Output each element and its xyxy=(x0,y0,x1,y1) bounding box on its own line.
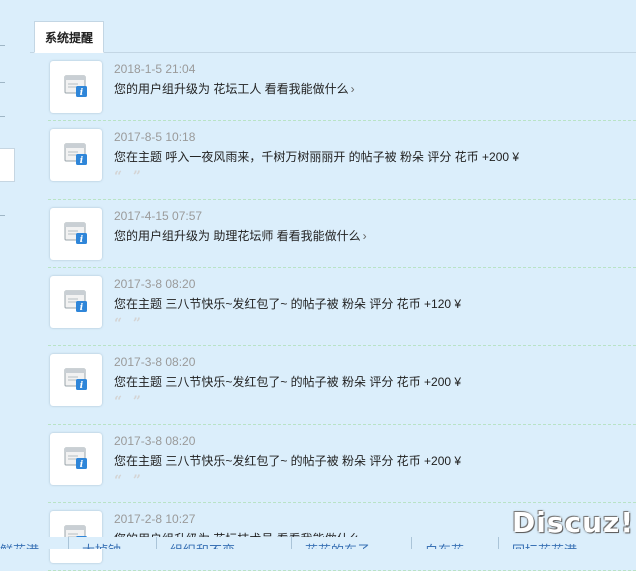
notification-text[interactable]: 您在主题 三八节快乐~发红包了~ 的帖子被 粉朵 评分 花币 +120 ¥ xyxy=(114,295,461,312)
notification-item: i 2017-3-8 08:20 您在主题 三八节快乐~发红包了~ 的帖子被 粉朵 … xyxy=(48,346,636,425)
bottom-link[interactable]: 回坛花花港 xyxy=(512,540,577,549)
svg-text:i: i xyxy=(80,156,84,166)
notification-item: i 2017-8-5 10:18 您在主题 呼入一夜风雨来，千树万树丽丽开 的帖子被… xyxy=(48,121,636,200)
notification-item: i 2017-3-8 08:20 您在主题 三八节快乐~发红包了~ 的帖子被 粉朵 … xyxy=(48,268,636,346)
chevron-right-icon[interactable]: › xyxy=(363,229,367,243)
notification-item: i 2018-1-5 21:04 您的用户组升级为 花坛工人 看看我能做什么 › xyxy=(48,53,636,121)
bottom-link[interactable]: 白东花 xyxy=(425,540,464,549)
divider xyxy=(411,537,412,549)
bottom-link[interactable]: 组织和不变 xyxy=(170,540,235,549)
notice-info-icon: i xyxy=(50,207,102,260)
quote-marks-icon: “ ” xyxy=(114,394,144,410)
sidebar-input-fragment[interactable] xyxy=(0,148,15,182)
notification-time: 2017-3-8 08:20 xyxy=(114,276,196,291)
svg-text:i: i xyxy=(80,460,84,470)
divider xyxy=(156,537,157,549)
notification-text[interactable]: 您在主题 三八节快乐~发红包了~ 的帖子被 粉朵 评分 花币 +200 ¥ xyxy=(114,452,461,469)
divider xyxy=(0,116,5,117)
notification-message[interactable]: 您在主题 三八节快乐~发红包了~ 的帖子被 粉朵 评分 花币 +200 ¥ xyxy=(114,454,461,468)
chevron-right-icon[interactable]: › xyxy=(351,82,355,96)
bottom-link[interactable]: 大掉钟 xyxy=(82,540,121,549)
notification-message[interactable]: 您的用户组升级为 花坛工人 看看我能做什么 xyxy=(114,82,349,96)
notice-info-icon: i xyxy=(50,61,102,113)
notice-info-icon: i xyxy=(50,275,102,328)
notification-time: 2017-3-8 08:20 xyxy=(114,355,196,369)
notification-time: 2017-8-5 10:18 xyxy=(114,130,196,144)
svg-text:i: i xyxy=(80,88,84,98)
notification-message[interactable]: 您在主题 三八节快乐~发红包了~ 的帖子被 粉朵 评分 花币 +120 ¥ xyxy=(114,297,461,311)
notification-time: 2018-1-5 21:04 xyxy=(114,62,196,76)
tab-system-reminders[interactable]: 系统提醒 xyxy=(34,21,105,53)
notification-text[interactable]: 您的用户组升级为 花坛工人 看看我能做什么 › xyxy=(114,80,355,97)
divider xyxy=(291,537,292,549)
notification-message[interactable]: 您在主题 呼入一夜风雨来，千树万树丽丽开 的帖子被 粉朵 评分 花币 +200 … xyxy=(114,150,519,164)
quote-marks-icon: “ ” xyxy=(114,472,144,489)
notification-item: i 2017-3-8 08:20 您在主题 三八节快乐~发红包了~ 的帖子被 粉朵 … xyxy=(48,425,636,503)
bottom-link[interactable]: 鲜花港 xyxy=(0,540,39,549)
notification-time: 2017-3-8 08:20 xyxy=(114,433,196,448)
notification-time: 2017-4-15 07:57 xyxy=(114,208,203,223)
notification-time: 2017-2-8 10:27 xyxy=(114,512,196,526)
discuz-watermark-logo: Discuz! xyxy=(512,506,635,539)
divider xyxy=(0,82,5,83)
svg-text:i: i xyxy=(80,303,84,313)
notification-text[interactable]: 您在主题 呼入一夜风雨来，千树万树丽丽开 的帖子被 粉朵 评分 花币 +200 … xyxy=(114,148,519,165)
svg-text:i: i xyxy=(80,381,84,391)
notification-text[interactable]: 您在主题 三八节快乐~发红包了~ 的帖子被 粉朵 评分 花币 +200 ¥ xyxy=(114,373,461,390)
notice-info-icon: i xyxy=(50,354,102,406)
notification-item: i 2017-4-15 07:57 您的用户组升级为 助理花坛师 看看我能做什么 › xyxy=(48,200,636,268)
notice-info-icon: i xyxy=(50,432,102,485)
notification-message[interactable]: 您的用户组升级为 助理花坛师 看看我能做什么 xyxy=(114,229,361,243)
divider xyxy=(0,45,5,46)
divider xyxy=(498,537,499,549)
notification-list: i 2018-1-5 21:04 您的用户组升级为 花坛工人 看看我能做什么 › i 20… xyxy=(48,53,636,571)
svg-text:i: i xyxy=(80,235,84,245)
bottom-link[interactable]: 花花的东子 xyxy=(305,540,370,549)
divider xyxy=(68,537,69,549)
quote-marks-icon: “ ” xyxy=(114,169,144,185)
divider xyxy=(0,215,5,216)
notification-text[interactable]: 您的用户组升级为 助理花坛师 看看我能做什么 › xyxy=(114,227,367,244)
notification-message[interactable]: 您在主题 三八节快乐~发红包了~ 的帖子被 粉朵 评分 花币 +200 ¥ xyxy=(114,375,461,389)
quote-marks-icon: “ ” xyxy=(114,315,144,332)
notice-info-icon: i xyxy=(50,129,102,181)
left-sidebar-fragment xyxy=(0,0,16,549)
